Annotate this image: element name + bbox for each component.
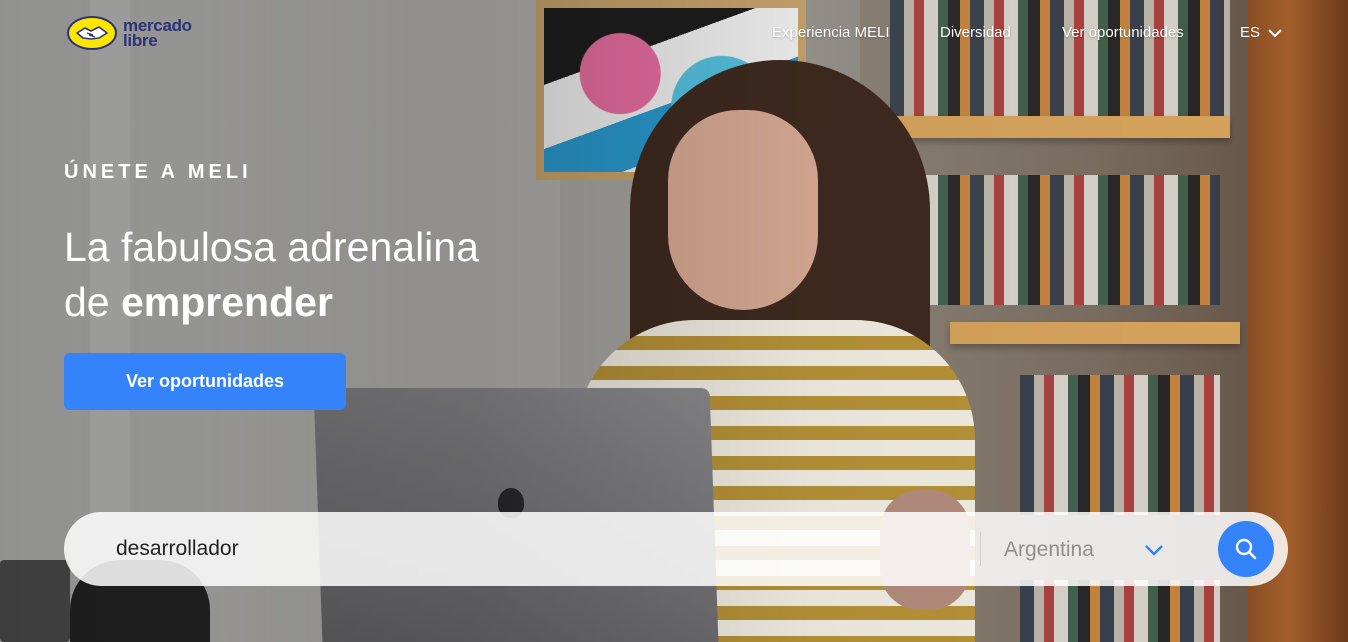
search-divider (980, 532, 981, 566)
headline-line1: La fabulosa adrenalina (64, 224, 479, 270)
search-button[interactable] (1218, 521, 1274, 577)
site-header: mercado libre Experiencia MELI Diversida… (0, 0, 1348, 66)
logo-wordmark: mercado libre (123, 16, 192, 50)
chevron-down-icon (1268, 28, 1282, 37)
mercado-libre-logo[interactable]: mercado libre (67, 16, 192, 50)
nav-diversidad[interactable]: Diversidad (940, 24, 1011, 41)
headline-line2-prefix: de (64, 279, 121, 325)
chevron-down-icon (1145, 545, 1163, 556)
ver-oportunidades-button[interactable]: Ver oportunidades (64, 353, 346, 410)
hero-eyebrow: ÚNETE A MELI (64, 161, 252, 183)
headline-line2-bold: emprender (121, 279, 333, 325)
handshake-icon (67, 16, 117, 50)
country-label: Argentina (1004, 538, 1094, 561)
search-input[interactable] (116, 534, 976, 564)
country-select[interactable]: Argentina (1004, 536, 1164, 564)
nav-experiencia-meli[interactable]: Experiencia MELI (772, 24, 890, 41)
job-search-bar: Argentina (64, 512, 1288, 586)
language-selector[interactable]: ES (1240, 24, 1282, 41)
nav-ver-oportunidades[interactable]: Ver oportunidades (1062, 24, 1184, 41)
search-icon (1235, 538, 1257, 560)
language-label: ES (1240, 24, 1261, 41)
hero-headline: La fabulosa adrenalina de emprender (64, 220, 479, 330)
